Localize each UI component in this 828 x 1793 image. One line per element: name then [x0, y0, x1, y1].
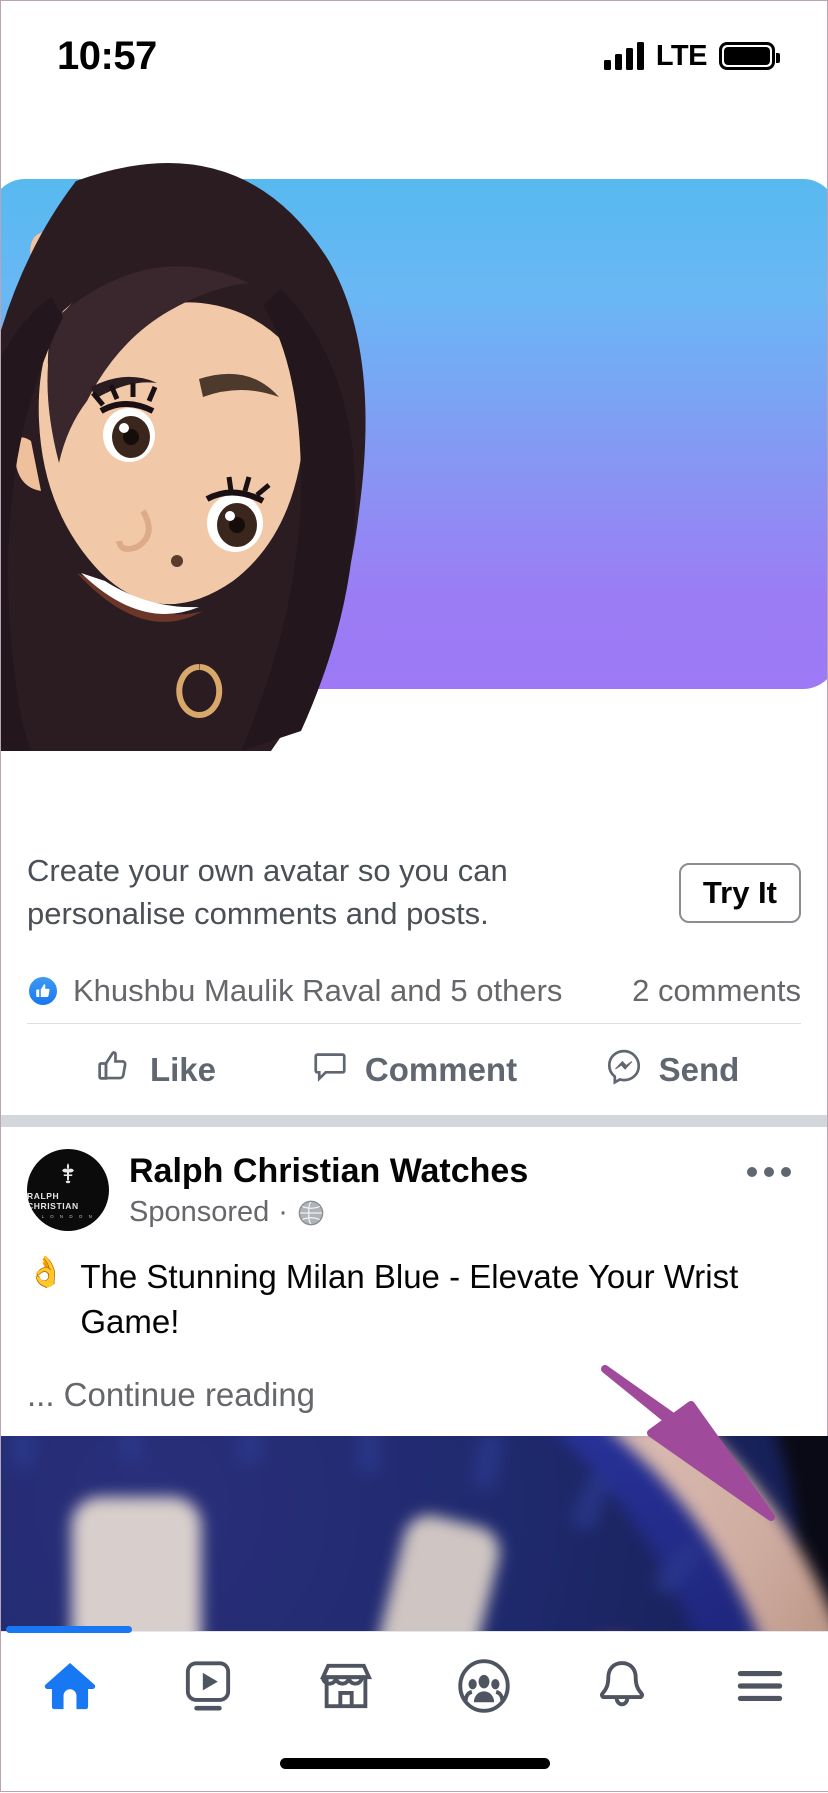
- status-indicators: LTE: [603, 39, 780, 73]
- continue-reading-link[interactable]: ... Continue reading: [27, 1344, 801, 1436]
- hamburger-menu-icon: [737, 1671, 783, 1701]
- thumbs-up-icon: [96, 1047, 134, 1093]
- post-message: 👌 The Stunning Milan Blue - Elevate Your…: [27, 1255, 801, 1344]
- battery-full-icon: [719, 42, 780, 70]
- post-action-bar: Like Comment Send: [27, 1023, 801, 1115]
- like-reaction-icon: [27, 975, 59, 1007]
- comment-button-label: Comment: [364, 1050, 518, 1088]
- fleur-de-lis-icon: [62, 1162, 74, 1183]
- page-avatar[interactable]: RALPH CHRISTIAN L O N D O N: [27, 1149, 109, 1231]
- status-time: 10:57: [57, 33, 157, 78]
- sponsored-label: Sponsored: [129, 1196, 270, 1229]
- messenger-icon: [605, 1047, 643, 1093]
- comment-bubble-icon: [311, 1047, 349, 1093]
- feed-divider: [1, 1115, 827, 1127]
- like-button-label: Like: [149, 1050, 217, 1088]
- post-body: 👌 The Stunning Milan Blue - Elevate Your…: [1, 1241, 827, 1436]
- post-header: RALPH CHRISTIAN L O N D O N Ralph Christ…: [1, 1127, 827, 1241]
- nav-item-menu[interactable]: [691, 1655, 828, 1717]
- active-tab-indicator: [6, 1626, 132, 1633]
- news-feed: Create your own avatar so you can person…: [1, 111, 828, 1743]
- network-label: LTE: [655, 39, 708, 72]
- send-button[interactable]: Send: [543, 1047, 801, 1093]
- like-button[interactable]: Like: [27, 1047, 285, 1093]
- nav-item-marketplace[interactable]: [277, 1655, 415, 1717]
- groups-icon: [458, 1659, 510, 1713]
- page-name[interactable]: Ralph Christian Watches: [129, 1151, 737, 1192]
- avatar-promo-description: Create your own avatar so you can person…: [27, 853, 508, 931]
- post-message-text: The Stunning Milan Blue - Elevate Your W…: [80, 1258, 739, 1340]
- try-it-button[interactable]: Try It: [678, 863, 801, 923]
- page-avatar-city: L O N D O N: [41, 1213, 95, 1219]
- nav-item-home[interactable]: [1, 1655, 139, 1717]
- nav-item-notifications[interactable]: [553, 1655, 691, 1717]
- page-avatar-brand: RALPH CHRISTIAN: [27, 1190, 79, 1211]
- avatar-promo-cta-row: Create your own avatar so you can person…: [1, 823, 827, 963]
- avatar-illustration: [1, 163, 366, 751]
- avatar-promo-image[interactable]: [1, 111, 827, 823]
- storefront-icon: [319, 1663, 373, 1709]
- home-icon: [44, 1663, 96, 1710]
- send-button-label: Send: [658, 1050, 740, 1088]
- video-play-icon: [185, 1661, 231, 1711]
- nav-item-groups[interactable]: [415, 1655, 553, 1717]
- post-reaction-summary: Khushbu Maulik Raval and 5 others 2 comm…: [1, 963, 827, 1023]
- status-bar: 10:57 LTE: [1, 1, 827, 111]
- nav-item-watch[interactable]: [139, 1655, 277, 1717]
- more-options-icon[interactable]: [737, 1167, 801, 1177]
- bell-icon: [600, 1661, 644, 1707]
- separator-dot: ·: [278, 1196, 288, 1229]
- comment-button[interactable]: Comment: [285, 1047, 543, 1093]
- reactors-text[interactable]: Khushbu Maulik Raval and 5 others: [73, 973, 562, 1009]
- home-indicator: [280, 1758, 550, 1769]
- bottom-navigation-bar: [1, 1626, 828, 1791]
- comments-count[interactable]: 2 comments: [632, 973, 801, 1009]
- signal-bars-icon: [603, 42, 644, 70]
- globe-icon: [298, 1200, 324, 1226]
- ok-hand-emoji: 👌: [27, 1256, 65, 1289]
